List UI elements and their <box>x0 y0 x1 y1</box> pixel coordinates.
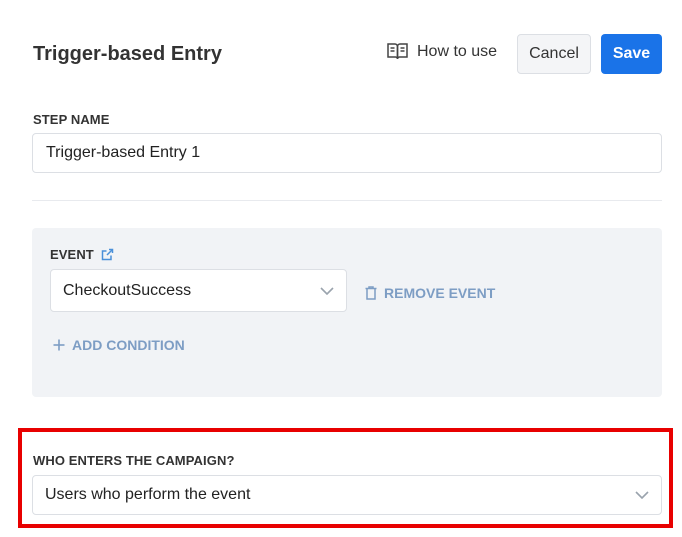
event-label-row: EVENT <box>50 247 114 262</box>
event-panel: EVENT CheckoutSuccess REMOVE EVENT ADD C… <box>32 228 662 397</box>
trash-icon <box>365 286 377 300</box>
event-selected-value: CheckoutSuccess <box>63 281 192 299</box>
remove-event-button[interactable]: REMOVE EVENT <box>365 285 495 301</box>
chevron-down-icon <box>320 286 334 295</box>
step-name-value: Trigger-based Entry 1 <box>46 144 201 161</box>
how-to-use-link[interactable]: How to use <box>387 42 497 61</box>
page-title: Trigger-based Entry <box>33 43 222 65</box>
cancel-button[interactable]: Cancel <box>517 34 591 74</box>
add-condition-button[interactable]: ADD CONDITION <box>53 337 185 353</box>
chevron-down-icon <box>635 491 649 499</box>
book-icon <box>387 42 408 61</box>
remove-event-label: REMOVE EVENT <box>384 285 496 301</box>
how-to-use-label: How to use <box>417 42 498 60</box>
who-enters-label: WHO ENTERS THE CAMPAIGN? <box>33 453 235 468</box>
event-label: EVENT <box>50 247 94 262</box>
divider <box>32 200 662 201</box>
save-button[interactable]: Save <box>601 34 662 74</box>
step-name-label: STEP NAME <box>33 112 110 127</box>
plus-icon <box>53 339 65 351</box>
who-enters-select[interactable]: Users who perform the event <box>32 475 662 515</box>
add-condition-label: ADD CONDITION <box>72 337 185 353</box>
external-link-icon[interactable] <box>101 248 114 261</box>
step-name-input[interactable]: Trigger-based Entry 1 <box>32 133 662 173</box>
header: Trigger-based Entry How to use Cancel Sa… <box>33 34 662 74</box>
event-select[interactable]: CheckoutSuccess <box>50 269 347 312</box>
who-enters-selected-value: Users who perform the event <box>45 486 251 503</box>
